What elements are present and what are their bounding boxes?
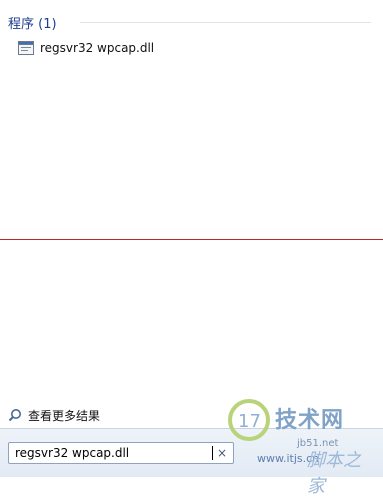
see-more-label: 查看更多结果 [28, 408, 101, 423]
result-item-label: regsvr32 wpcap.dll [40, 41, 155, 55]
search-icon [8, 409, 21, 422]
program-icon [18, 41, 34, 55]
search-input[interactable]: regsvr32 wpcap.dll [9, 443, 214, 463]
clear-search-button[interactable]: × [213, 443, 231, 463]
section-divider [80, 22, 371, 23]
search-box[interactable]: regsvr32 wpcap.dll × [8, 442, 234, 464]
programs-header-label: 程序 (1) [8, 16, 57, 32]
start-menu-search-panel: 程序 (1) regsvr32 wpcap.dll 查看更多结果 regsvr3… [0, 0, 383, 497]
result-item-regsvr32[interactable]: regsvr32 wpcap.dll [18, 38, 160, 58]
see-more-results-link[interactable]: 查看更多结果 [8, 406, 100, 424]
red-divider-line [0, 239, 383, 240]
programs-section-header: 程序 (1) [8, 12, 57, 32]
